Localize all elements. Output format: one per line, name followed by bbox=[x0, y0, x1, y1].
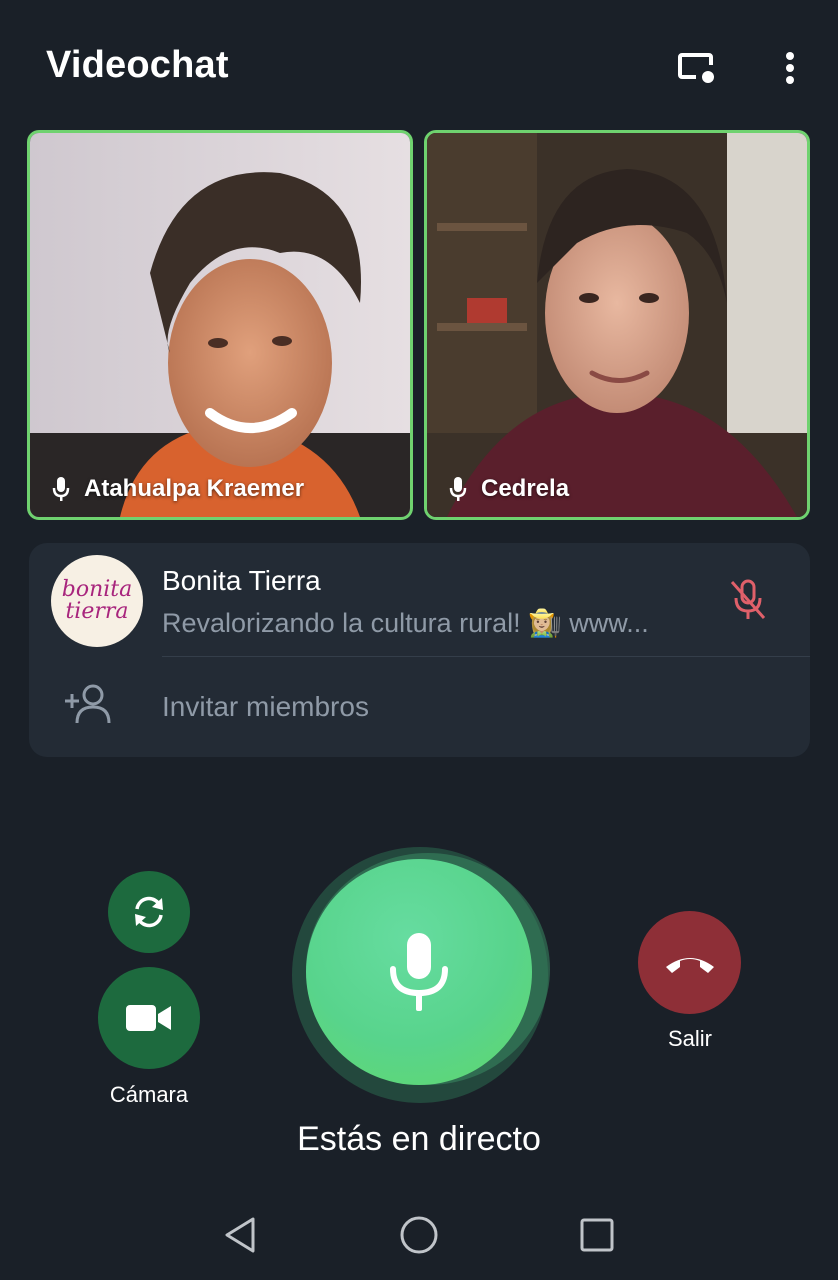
video-camera-icon bbox=[126, 1005, 171, 1031]
back-triangle-icon bbox=[225, 1217, 255, 1253]
system-navigation-bar bbox=[0, 1190, 838, 1280]
participant-name: Cedrela bbox=[481, 475, 570, 502]
participant-name-label: Atahualpa Kraemer bbox=[52, 475, 304, 503]
participant-video bbox=[427, 133, 807, 517]
more-vertical-icon bbox=[786, 52, 794, 84]
page-title: Videochat bbox=[46, 44, 229, 86]
video-tile-participant-1[interactable]: Atahualpa Kraemer bbox=[27, 130, 413, 520]
more-options-button[interactable] bbox=[766, 44, 814, 92]
avatar-logo-line: bonita bbox=[61, 577, 133, 602]
group-name[interactable]: Bonita Tierra bbox=[162, 565, 321, 597]
participant-video bbox=[30, 133, 410, 517]
video-tile-participant-2[interactable]: Cedrela bbox=[424, 130, 810, 520]
add-user-icon bbox=[65, 684, 111, 724]
group-info-card: bonita tierra Bonita Tierra Revalorizand… bbox=[29, 543, 810, 757]
microphone-off-icon bbox=[730, 579, 766, 619]
leave-call-button[interactable] bbox=[638, 911, 741, 1014]
invite-members-button[interactable]: Invitar miembros bbox=[29, 657, 810, 757]
group-avatar[interactable]: bonita tierra bbox=[51, 555, 143, 647]
back-button[interactable] bbox=[210, 1205, 270, 1265]
screencast-button[interactable] bbox=[672, 44, 720, 92]
group-description: Revalorizando la cultura rural! 👩🏼‍🌾 www… bbox=[162, 608, 649, 638]
camera-label: Cámara bbox=[109, 1082, 189, 1107]
home-circle-icon bbox=[400, 1216, 438, 1254]
microphone-icon bbox=[52, 476, 70, 502]
camera-button[interactable] bbox=[98, 967, 200, 1069]
camera-switch-icon bbox=[135, 896, 163, 928]
home-button[interactable] bbox=[389, 1205, 449, 1265]
invite-members-label: Invitar miembros bbox=[162, 691, 369, 722]
microphone-button[interactable] bbox=[306, 859, 532, 1085]
mute-status-button[interactable] bbox=[723, 575, 773, 625]
participant-name: Atahualpa Kraemer bbox=[84, 475, 305, 502]
app-header: Videochat bbox=[0, 0, 838, 130]
live-status: Estás en directo bbox=[297, 1120, 541, 1158]
recents-square-icon bbox=[580, 1218, 614, 1252]
phone-hangup-icon bbox=[665, 957, 714, 973]
participant-name-label: Cedrela bbox=[449, 475, 569, 503]
recents-button[interactable] bbox=[567, 1205, 627, 1265]
leave-label: Salir bbox=[667, 1026, 712, 1051]
microphone-icon bbox=[449, 476, 467, 502]
microphone-icon bbox=[390, 933, 448, 1011]
flip-camera-button[interactable] bbox=[108, 871, 190, 953]
avatar-logo-line: tierra bbox=[65, 599, 129, 624]
screencast-icon bbox=[678, 53, 714, 83]
